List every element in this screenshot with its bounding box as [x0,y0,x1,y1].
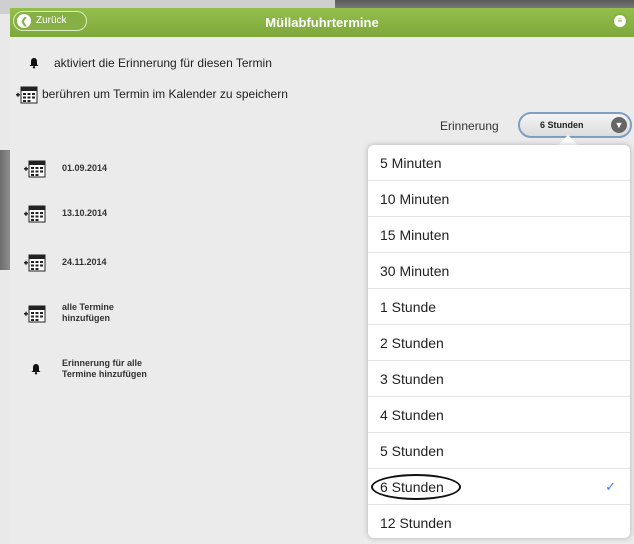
option-item[interactable]: 5 Stunden [368,433,630,469]
calendar-add-icon[interactable] [24,303,46,323]
option-label: 4 Stunden [380,407,444,423]
option-label: 12 Stunden [380,515,452,531]
bell-info-text: aktiviert die Erinnerung für diesen Term… [54,56,272,70]
bell-icon [28,57,40,69]
option-item[interactable]: 10 Minuten [368,181,630,217]
date-text: 24.11.2014 [62,256,107,267]
checkmark-icon: ✓ [605,479,616,494]
chevron-down-icon: ▼ [611,117,627,133]
menu-icon[interactable]: ≡ [612,13,628,29]
option-item[interactable]: 2 Stunden [368,325,630,361]
remind-all-row[interactable]: Erinnerung für alle Termine hinzufügen [30,358,147,380]
option-label: 1 Stunde [380,299,437,315]
date-row[interactable]: 24.11.2014 [24,252,107,272]
date-row[interactable]: 01.09.2014 [24,158,107,178]
option-item[interactable]: 12 Stunden [368,505,630,541]
reminder-label: Erinnerung [440,119,499,133]
navbar: ❮ Zurück Müllabfuhrtermine ≡ [10,8,634,37]
date-row[interactable]: 13.10.2014 [24,203,107,223]
option-label: 2 Stunden [380,335,444,351]
calendar-info-row: berühren um Termin im Kalender zu speich… [16,84,288,104]
date-text: 13.10.2014 [62,207,108,218]
add-all-dates-line2: hinzufügen [62,313,110,323]
remind-all-line2: Termine hinzufügen [62,369,147,379]
calendar-add-icon[interactable] [24,158,46,178]
option-item[interactable]: 5 Minuten [368,145,630,181]
option-item[interactable]: 4 Stunden [368,397,630,433]
option-label: 3 Stunden [380,371,444,387]
reminder-select[interactable]: 6 Stunden ▼ [518,112,632,138]
calendar-add-icon [16,84,38,104]
add-all-dates-line1: alle Termine [62,302,114,312]
remind-all-label: Erinnerung für alle Termine hinzufügen [62,358,147,380]
highlight-ring [371,474,461,500]
option-label: 30 Minuten [380,263,450,279]
add-all-dates-row[interactable]: alle Termine hinzufügen [24,302,114,324]
calendar-add-icon[interactable] [24,252,46,272]
option-item[interactable]: 1 Stunde [368,289,630,325]
option-item[interactable]: 15 Minuten [368,217,630,253]
option-item-selected[interactable]: 6 Stunden ✓ [368,469,630,505]
date-text: 01.09.2014 [62,162,108,173]
bell-info-row: aktiviert die Erinnerung für diesen Term… [28,56,272,70]
page-title: Müllabfuhrtermine [265,15,379,30]
option-label: 10 Minuten [380,191,450,207]
remind-all-line1: Erinnerung für alle [62,358,143,368]
reminder-options-popover: 5 Minuten 10 Minuten 15 Minuten 30 Minut… [368,145,630,538]
calendar-info-text: berühren um Termin im Kalender zu speich… [42,87,288,101]
calendar-add-icon[interactable] [24,203,46,223]
option-label: 15 Minuten [380,227,450,243]
add-all-dates-label: alle Termine hinzufügen [62,302,114,324]
option-item[interactable]: 3 Stunden [368,361,630,397]
bell-icon[interactable] [30,363,42,375]
option-label: 5 Stunden [380,443,444,459]
option-item[interactable]: 30 Minuten [368,253,630,289]
option-label: 5 Minuten [380,155,442,171]
reminder-select-value: 6 Stunden [540,120,584,130]
